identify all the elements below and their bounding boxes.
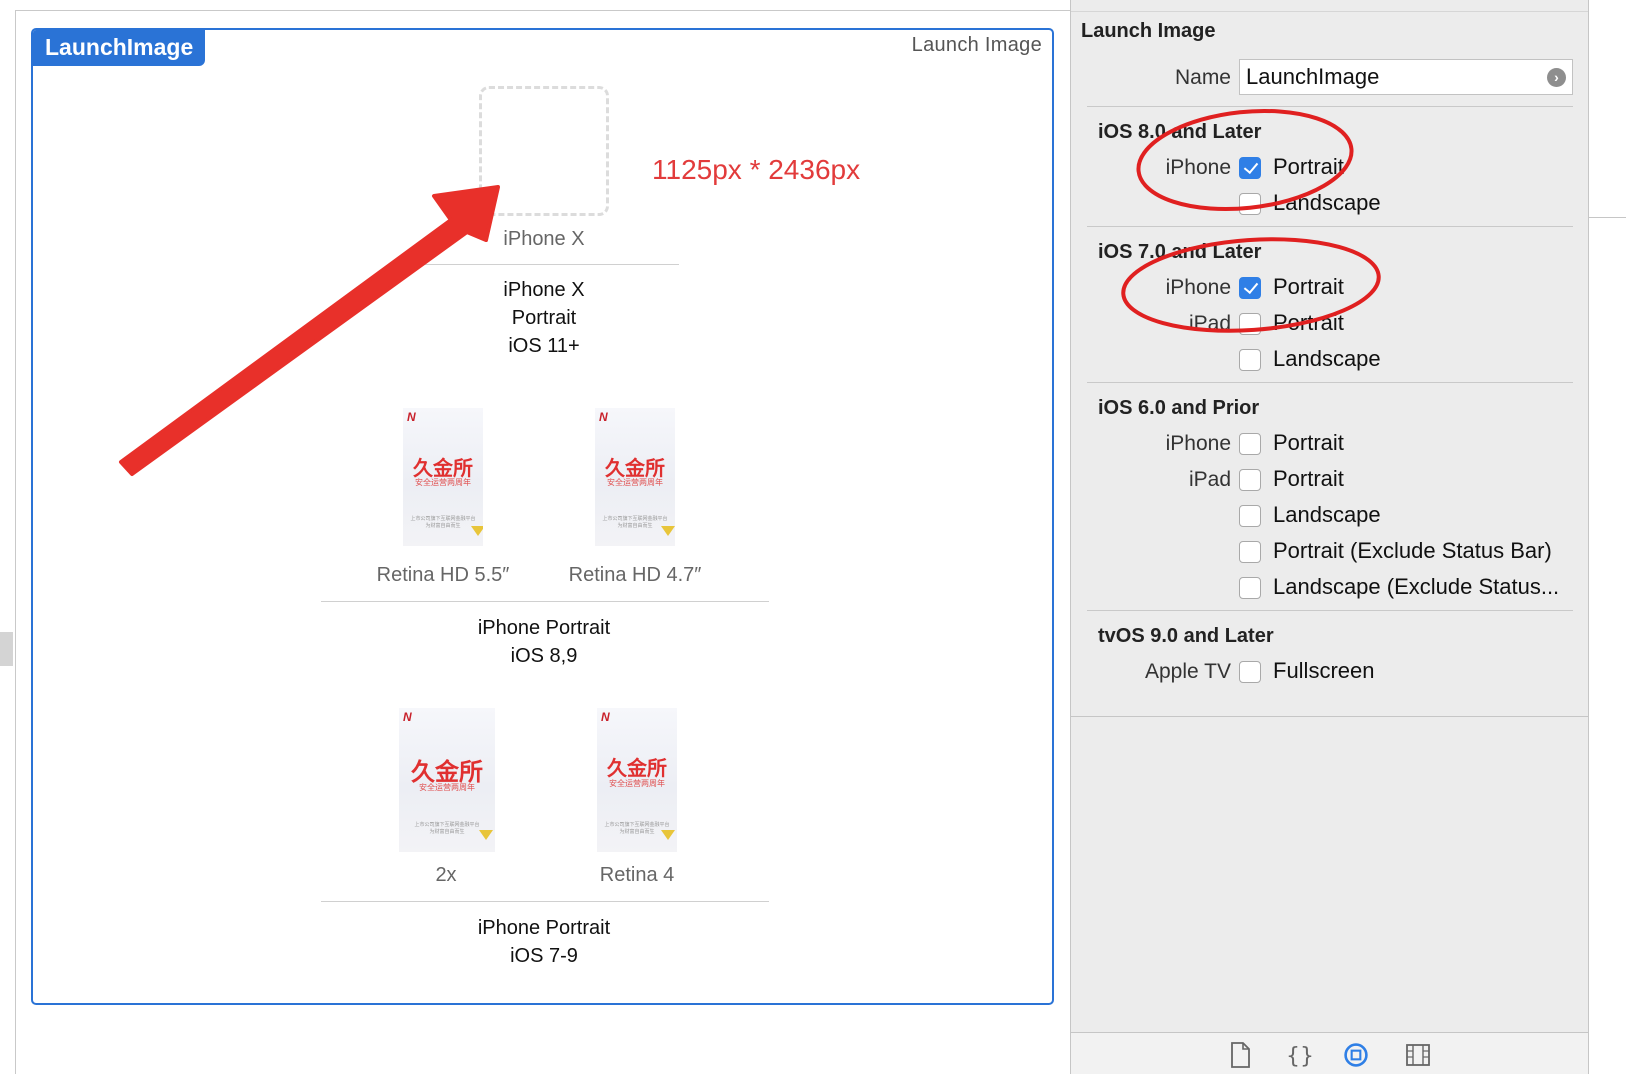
- size-inspector-icon[interactable]: [1405, 1041, 1431, 1069]
- group-line: iOS 8,9: [510, 645, 578, 667]
- iphone-x-group-label: iPhone X Portrait iOS 11+: [394, 276, 694, 360]
- 2x-label: 2x: [435, 864, 457, 886]
- ios8-iphone-portrait-checkbox[interactable]: [1239, 157, 1261, 179]
- ios7-iphone-portrait-checkbox[interactable]: [1239, 277, 1261, 299]
- section-divider: [1087, 226, 1573, 227]
- ios7-ipad-portrait-label[interactable]: Portrait: [1273, 310, 1344, 336]
- svg-text:{}: {}: [1287, 1044, 1313, 1069]
- ios6-ipad-portrait-checkbox[interactable]: [1239, 469, 1261, 491]
- ios6-ipad-portrait-label[interactable]: Portrait: [1273, 466, 1344, 492]
- group-separator: [411, 264, 679, 265]
- iphone-x-image-well[interactable]: [479, 86, 609, 216]
- quick-help-icon[interactable]: {}: [1287, 1041, 1313, 1069]
- decor-triangle-icon: [471, 526, 483, 536]
- tvos-fullscreen-checkbox[interactable]: [1239, 661, 1261, 683]
- retina-hd-47-image-well[interactable]: N 久金所 安全运营两周年 上市公司旗下互联网金融平台 为财富自由而生: [595, 408, 675, 546]
- group-line: iOS 11+: [508, 335, 580, 357]
- decor-triangle-icon: [661, 830, 675, 840]
- group-separator: [321, 901, 769, 902]
- group-line: iPhone Portrait: [477, 917, 611, 939]
- section-divider: [1087, 610, 1573, 611]
- section-ios6-title: iOS 6.0 and Prior: [1098, 397, 1260, 419]
- group-line: Portrait: [511, 307, 577, 329]
- arrow-right-circle-icon[interactable]: ›: [1547, 68, 1566, 87]
- editor-top-border: [15, 10, 1070, 11]
- decor-triangle-icon: [661, 526, 675, 536]
- retina-4-label: Retina 4: [599, 864, 675, 886]
- ios7-ipad-landscape-label[interactable]: Landscape: [1273, 346, 1381, 372]
- asset-type-label: Launch Image: [911, 34, 1042, 56]
- thumb-tagline: 安全运营两周年: [609, 779, 665, 788]
- name-label: Name: [1174, 66, 1231, 89]
- editor-left-border: [15, 10, 16, 1074]
- thumb-logo: 久金所: [607, 756, 667, 780]
- inspector-library-tabbar: {}: [1071, 1032, 1589, 1074]
- ios6-ipad-landscape-exclude-status-label[interactable]: Landscape (Exclude Status...: [1273, 574, 1559, 600]
- ios8-iphone-portrait-label[interactable]: Portrait: [1273, 154, 1344, 180]
- group-line: iOS 7-9: [510, 945, 578, 967]
- xcode-window: LaunchImage Launch Image iPhone X iPhone…: [0, 0, 1626, 1074]
- thumb-tagline: 安全运营两周年: [607, 478, 663, 487]
- navigator-splitter-handle[interactable]: [0, 632, 13, 666]
- window-right-edge: [1588, 0, 1626, 1074]
- device-label-iphone: iPhone: [1165, 276, 1231, 299]
- tvos-fullscreen-label[interactable]: Fullscreen: [1273, 658, 1374, 684]
- ios6-ipad-portrait-exclude-status-checkbox[interactable]: [1239, 541, 1261, 563]
- ios7-ipad-portrait-checkbox[interactable]: [1239, 313, 1261, 335]
- ios-79-group-label: iPhone Portrait iOS 7-9: [394, 914, 694, 970]
- device-label-ipad: iPad: [1188, 312, 1231, 335]
- resolution-annotation: 1125px * 2436px: [652, 154, 861, 185]
- thumb-tagline: 安全运营两周年: [415, 478, 471, 487]
- thumb-tagline: 安全运营两周年: [419, 783, 475, 792]
- section-divider: [1087, 106, 1573, 107]
- group-separator: [321, 601, 769, 602]
- device-label-apple-tv: Apple TV: [1145, 660, 1231, 683]
- brand-mark-icon: N: [601, 710, 610, 724]
- ios8-iphone-landscape-checkbox[interactable]: [1239, 193, 1261, 215]
- attributes-inspector-icon[interactable]: [1343, 1041, 1369, 1069]
- group-line: iPhone Portrait: [477, 617, 611, 639]
- inspector-bottom-divider: [1071, 716, 1589, 717]
- section-ios8-title: iOS 8.0 and Later: [1098, 121, 1262, 143]
- brand-mark-icon: N: [599, 410, 608, 424]
- ios8-iphone-landscape-label[interactable]: Landscape: [1273, 190, 1381, 216]
- device-label-iphone: iPhone: [1165, 156, 1231, 179]
- group-line: iPhone X: [503, 279, 585, 301]
- ios6-iphone-portrait-checkbox[interactable]: [1239, 433, 1261, 455]
- retina-hd-55-label: Retina HD 5.5″: [376, 564, 510, 586]
- ios7-ipad-landscape-checkbox[interactable]: [1239, 349, 1261, 371]
- name-field-value: LaunchImage: [1246, 64, 1380, 89]
- section-ios7-title: iOS 7.0 and Later: [1098, 241, 1262, 263]
- iphone-x-slot-label: iPhone X: [503, 228, 585, 250]
- ios6-ipad-landscape-exclude-status-checkbox[interactable]: [1239, 577, 1261, 599]
- section-tvos-title: tvOS 9.0 and Later: [1098, 625, 1274, 647]
- section-divider: [1087, 382, 1573, 383]
- name-field[interactable]: LaunchImage ›: [1239, 59, 1573, 95]
- retina-4-image-well[interactable]: N 久金所 安全运营两周年 上市公司旗下互联网金融平台 为财富自由而生: [597, 708, 677, 852]
- ios-89-group-label: iPhone Portrait iOS 8,9: [394, 614, 694, 670]
- ios6-iphone-portrait-label[interactable]: Portrait: [1273, 430, 1344, 456]
- ios6-ipad-landscape-checkbox[interactable]: [1239, 505, 1261, 527]
- asset-name-tag[interactable]: LaunchImage: [33, 30, 206, 66]
- device-label-iphone: iPhone: [1165, 432, 1231, 455]
- retina-hd-47-label: Retina HD 4.7″: [568, 564, 702, 586]
- inspector-header-strip: [1071, 0, 1589, 12]
- 2x-image-well[interactable]: N 久金所 安全运营两周年 上市公司旗下互联网金融平台 为财富自由而生: [399, 708, 495, 852]
- launch-image-set[interactable]: LaunchImage Launch Image iPhone X iPhone…: [31, 28, 1054, 1005]
- ios7-iphone-portrait-label[interactable]: Portrait: [1273, 274, 1344, 300]
- right-edge-divider: [1588, 217, 1626, 218]
- brand-mark-icon: N: [407, 410, 416, 424]
- decor-triangle-icon: [479, 830, 493, 840]
- ios6-ipad-portrait-exclude-status-label[interactable]: Portrait (Exclude Status Bar): [1273, 538, 1552, 564]
- retina-hd-55-image-well[interactable]: N 久金所 安全运营两周年 上市公司旗下互联网金融平台 为财富自由而生: [403, 408, 483, 546]
- ios6-ipad-landscape-label[interactable]: Landscape: [1273, 502, 1381, 528]
- file-inspector-icon[interactable]: [1227, 1041, 1253, 1069]
- brand-mark-icon: N: [403, 710, 412, 724]
- attributes-inspector: Launch Image Name LaunchImage › iOS 8.0 …: [1070, 0, 1589, 1074]
- inspector-title: Launch Image: [1081, 20, 1216, 42]
- device-label-ipad: iPad: [1188, 468, 1231, 491]
